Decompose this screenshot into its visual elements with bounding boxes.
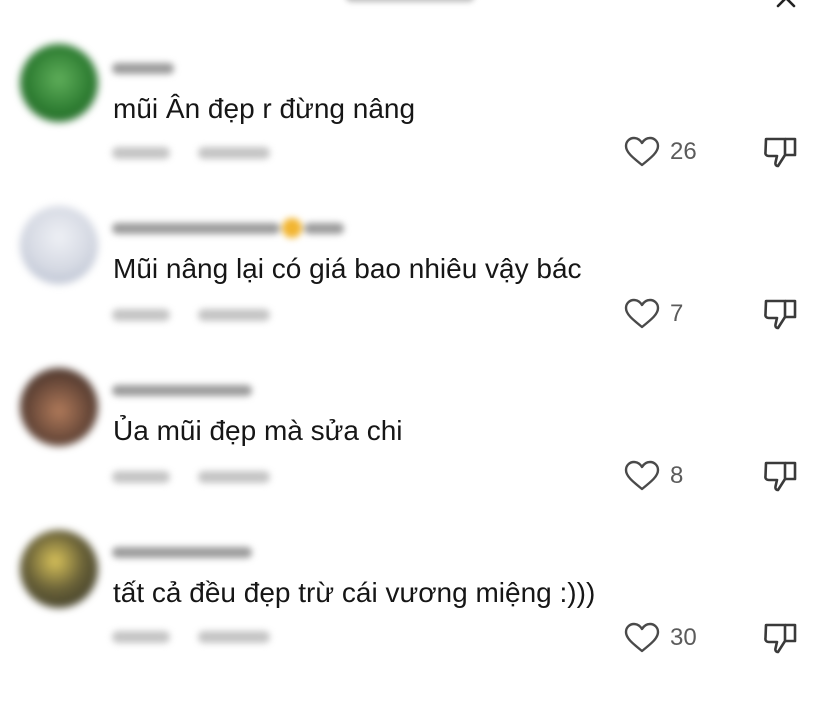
dislike-button[interactable] (763, 621, 799, 657)
heart-outline-icon (624, 298, 660, 329)
comments-header (0, 0, 828, 14)
close-button[interactable] (774, 0, 798, 10)
heart-outline-icon (624, 460, 660, 491)
comment-text: Ủa mũi đẹp mà sửa chi (113, 415, 403, 446)
comment-meta-blurred (112, 309, 270, 321)
comment-text: tất cả đều đẹp trừ cái vương miệng :))) (113, 577, 596, 608)
avatar[interactable] (20, 368, 98, 446)
comment-item: Ủa mũi đẹp mà sửa chi 8 (0, 364, 828, 514)
comment-meta-blurred (112, 147, 270, 159)
like-button[interactable]: 7 (624, 298, 683, 330)
username-blurred[interactable] (112, 60, 174, 76)
like-count: 8 (670, 462, 684, 489)
username-blurred[interactable] (112, 218, 344, 238)
like-count: 26 (670, 138, 697, 165)
comment-item: mũi Ân đẹp r đừng nâng 26 (0, 40, 828, 190)
like-button[interactable]: 30 (624, 622, 697, 654)
like-button[interactable]: 8 (624, 460, 683, 492)
username-blurred[interactable] (112, 382, 252, 398)
comment-text: mũi Ân đẹp r đừng nâng (113, 93, 416, 124)
thumbs-down-icon (764, 623, 797, 654)
close-icon (776, 0, 796, 8)
username-blurred[interactable] (112, 544, 252, 560)
heart-outline-icon (624, 622, 660, 653)
heart-outline-icon (624, 136, 660, 167)
comment-text: Mũi nâng lại có giá bao nhiêu vậy bác (113, 253, 582, 284)
avatar[interactable] (20, 44, 98, 122)
thumbs-down-icon (764, 299, 797, 330)
comment-meta-blurred (112, 631, 270, 643)
dislike-button[interactable] (763, 135, 799, 171)
comment-meta-blurred (112, 471, 270, 483)
like-button[interactable]: 26 (624, 136, 697, 168)
avatar[interactable] (20, 530, 98, 608)
like-count: 30 (670, 624, 697, 651)
comment-item: Mũi nâng lại có giá bao nhiêu vậy bác 7 (0, 202, 828, 352)
thumbs-down-icon (764, 137, 797, 168)
dislike-button[interactable] (763, 297, 799, 333)
header-title-blurred (345, 0, 495, 6)
like-count: 7 (670, 300, 684, 327)
comment-item: tất cả đều đẹp trừ cái vương miệng :))) … (0, 526, 828, 676)
avatar[interactable] (20, 206, 98, 284)
dislike-button[interactable] (763, 459, 799, 495)
thumbs-down-icon (764, 461, 797, 492)
